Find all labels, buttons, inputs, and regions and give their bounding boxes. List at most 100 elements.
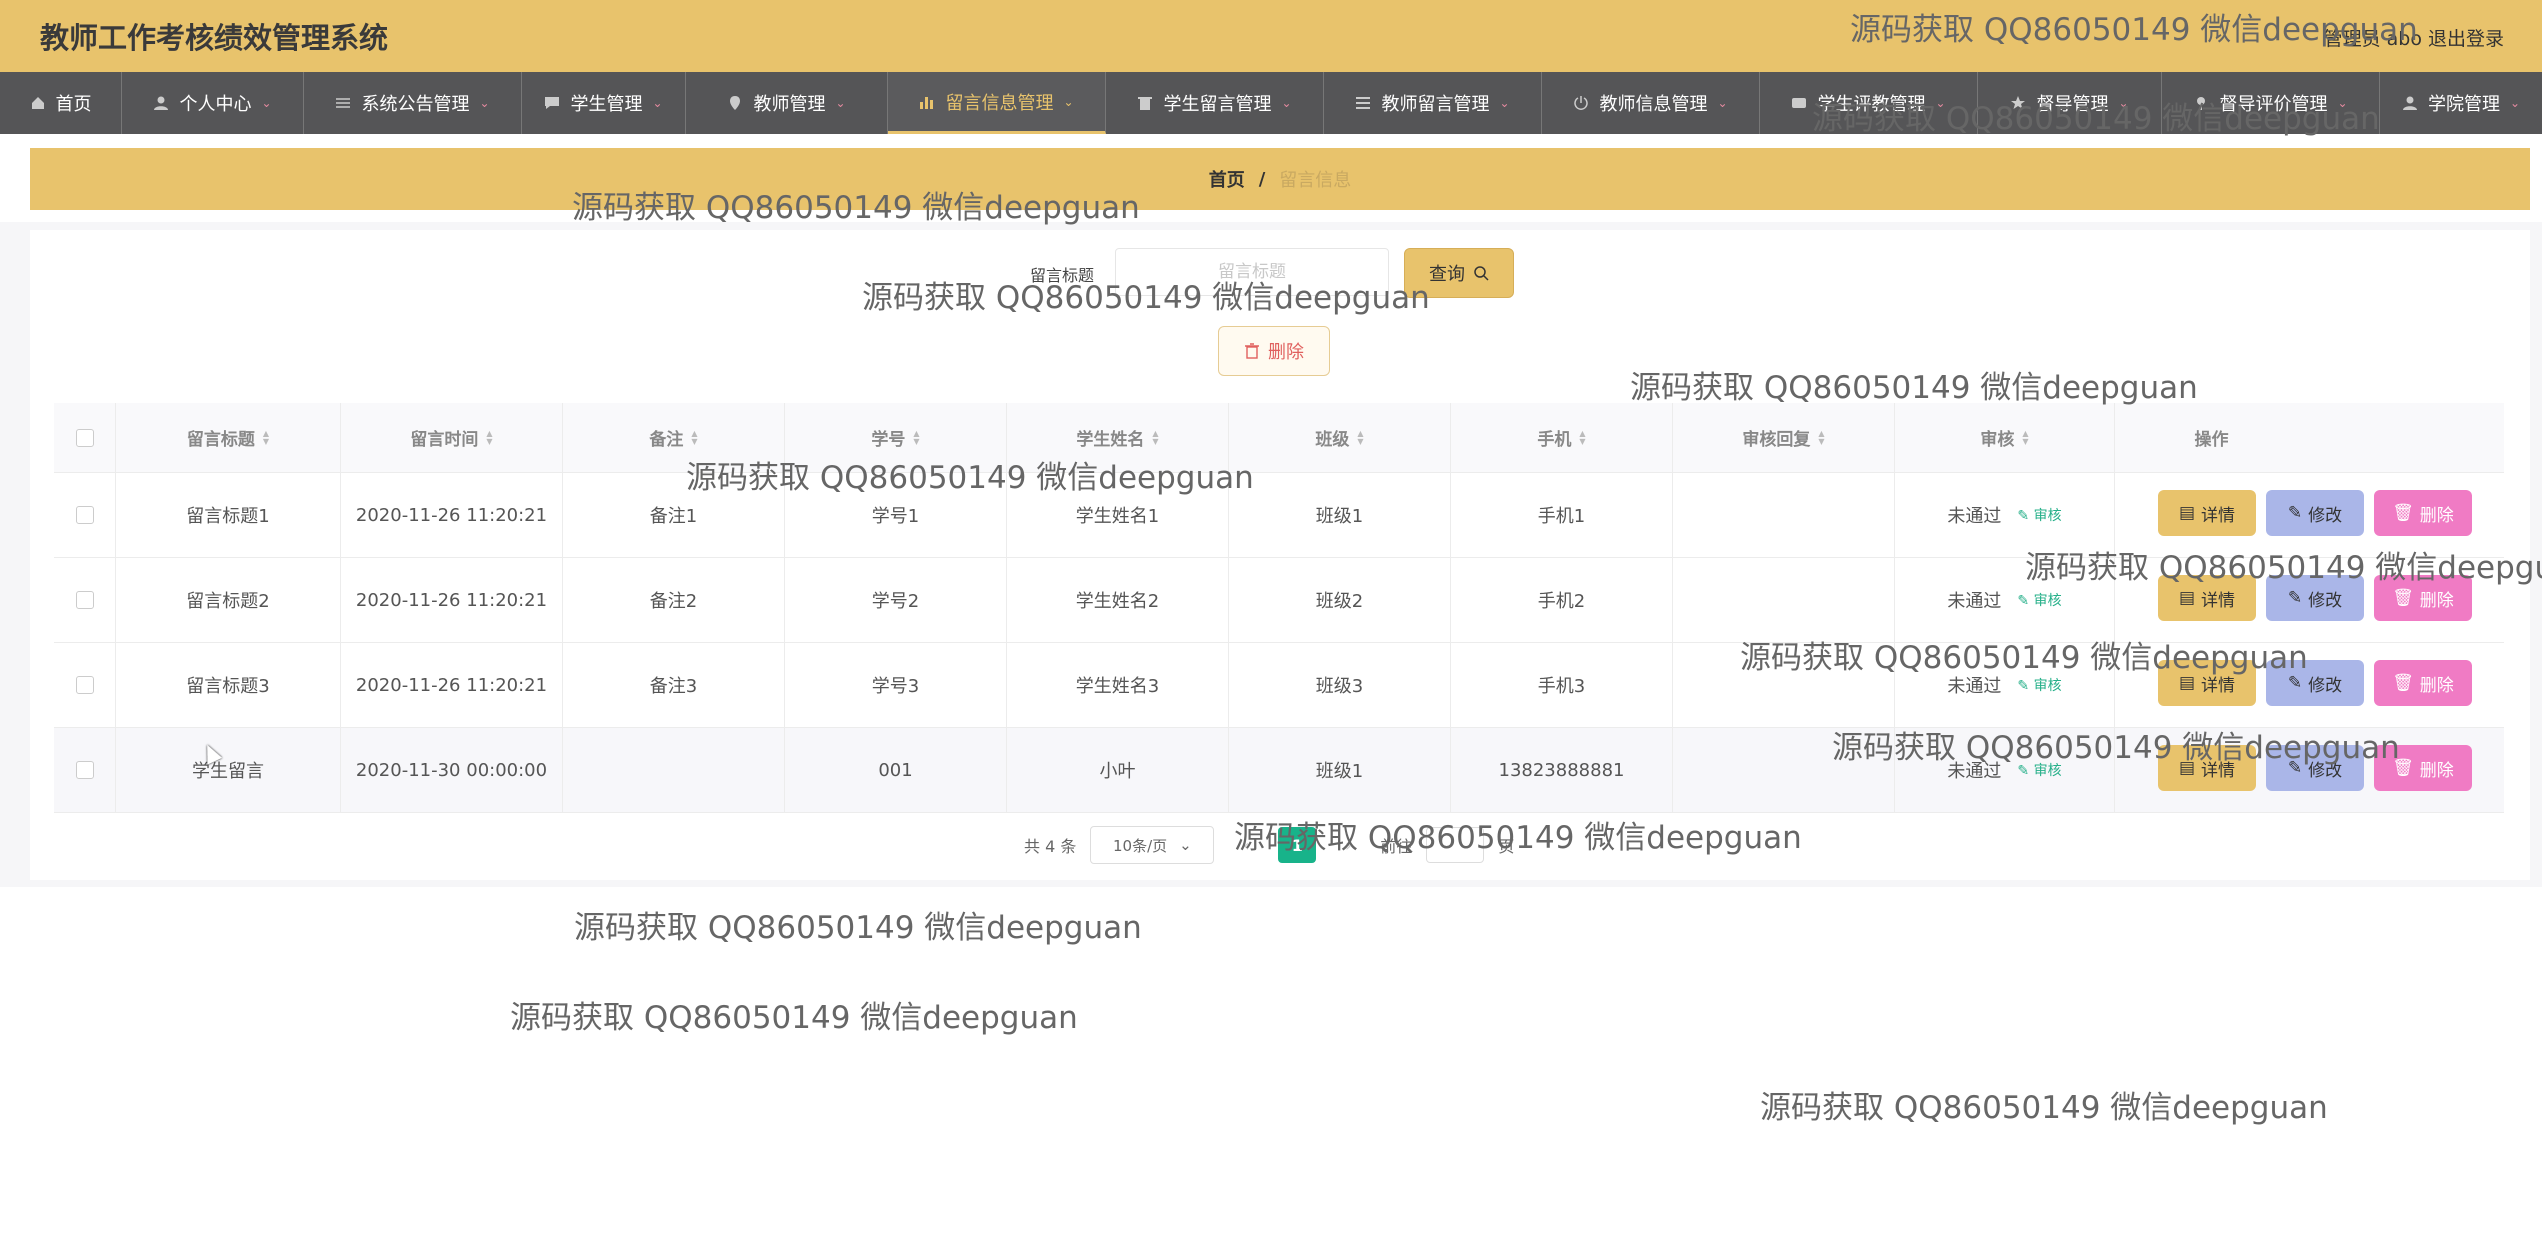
cell-student-no: 学号3: [785, 643, 1007, 727]
header-student-name[interactable]: 学生姓名 ▲ ▼: [1007, 403, 1229, 472]
cell-student-no: 学号2: [785, 558, 1007, 642]
nav-item-student-messages[interactable]: 学生留言管理 ⌄: [1106, 72, 1324, 134]
nav-item-announcement[interactable]: 系统公告管理 ⌄: [304, 72, 522, 134]
header-student-no[interactable]: 学号 ▲ ▼: [785, 403, 1007, 472]
delete-button[interactable]: 🗑 删除: [2374, 575, 2472, 621]
row-select[interactable]: [54, 558, 116, 642]
nav-item-supervisor-eval[interactable]: 督导评价管理 ⌄: [2162, 72, 2380, 134]
edit-icon: ✎: [2287, 503, 2303, 523]
audit-label: 审核: [2033, 508, 2062, 524]
page-size-select[interactable]: 10条/页 ⌄: [1090, 826, 1215, 864]
header-phone[interactable]: 手机 ▲ ▼: [1451, 403, 1673, 472]
nav-item-colleges[interactable]: 学院管理 ⌄: [2380, 72, 2542, 134]
sort-icon[interactable]: ▲ ▼: [1152, 429, 1158, 446]
checkbox[interactable]: [75, 428, 94, 447]
audit-label: 审核: [2033, 593, 2062, 609]
delete-button[interactable]: 🗑 删除: [2374, 490, 2472, 536]
header-reply[interactable]: 审核回复 ▲ ▼: [1673, 403, 1895, 472]
row-select[interactable]: [54, 728, 116, 812]
breadcrumb-current: 留言信息: [1279, 170, 1352, 191]
nav-item-messages[interactable]: 留言信息管理 ⌄: [888, 72, 1106, 134]
detail-button[interactable]: ▤ 详情: [2158, 490, 2256, 536]
row-select[interactable]: [54, 473, 116, 557]
nav-label: 个人中心: [179, 94, 252, 115]
goto-prefix: 前往: [1380, 837, 1413, 856]
edit-icon: ✎: [2287, 758, 2303, 778]
column-label: 学生姓名: [1076, 430, 1145, 450]
nav-item-supervisors[interactable]: 督导管理 ⌄: [1978, 72, 2162, 134]
checkbox[interactable]: [75, 676, 94, 694]
header-time[interactable]: 留言时间 ▲ ▼: [341, 403, 563, 472]
nav-item-personal[interactable]: 个人中心 ⌄: [122, 72, 304, 134]
edit-icon: ✎: [2287, 588, 2303, 608]
nav-item-home[interactable]: 首页: [0, 72, 122, 134]
messages-table: 留言标题 ▲ ▼ 留言时间 ▲ ▼ 备注 ▲ ▼ 学号 ▲ ▼ 学生姓名 ▲ ▼ 班级 ▲ ▼ 手机 ▲ ▼…: [54, 403, 2504, 813]
sort-icon[interactable]: ▲ ▼: [1579, 429, 1585, 446]
logout-link[interactable]: 退出登录: [2428, 24, 2504, 51]
sort-icon[interactable]: ▲ ▼: [1357, 429, 1363, 446]
nav-item-teachers[interactable]: 教师管理 ⌄: [686, 72, 888, 134]
header-actions: 操作: [2115, 403, 2308, 472]
sort-icon[interactable]: ▲ ▼: [1818, 429, 1824, 446]
nav-item-teacher-messages[interactable]: 教师留言管理 ⌄: [1324, 72, 1542, 134]
header-title[interactable]: 留言标题 ▲ ▼: [116, 403, 341, 472]
edit-button[interactable]: ✎ 修改: [2266, 660, 2364, 706]
nav-item-teacher-info[interactable]: 教师信息管理 ⌄: [1542, 72, 1760, 134]
header-select-all[interactable]: [54, 403, 116, 472]
sort-icon[interactable]: ▲ ▼: [2022, 429, 2028, 446]
cell-phone: 手机1: [1451, 473, 1673, 557]
table-row: 学生留言 2020-11-30 00:00:00 001 小叶 班级1 1382…: [54, 728, 2504, 813]
cell-reply: [1673, 643, 1895, 727]
chevron-down-icon: ⌄: [835, 96, 846, 110]
cell-phone: 手机3: [1451, 643, 1673, 727]
cell-student-name: 学生姓名3: [1007, 643, 1229, 727]
header-status[interactable]: 审核 ▲ ▼: [1895, 403, 2115, 472]
checkbox[interactable]: [75, 591, 94, 609]
delete-button[interactable]: 🗑 删除: [2374, 660, 2472, 706]
next-page-button[interactable]: ›: [1330, 827, 1366, 863]
page-number[interactable]: 1: [1278, 827, 1317, 863]
cell-student-name: 小叶: [1007, 728, 1229, 812]
delete-label: 删除: [2419, 675, 2454, 696]
query-button[interactable]: 查询: [1404, 248, 1514, 298]
checkbox[interactable]: [75, 506, 94, 524]
status-text: 未通过: [1947, 761, 2002, 782]
audit-link[interactable]: ✎ 审核: [2017, 505, 2061, 525]
audit-link[interactable]: ✎ 审核: [2017, 760, 2061, 780]
cell-status: 未通过 ✎ 审核: [1895, 558, 2115, 642]
audit-link[interactable]: ✎ 审核: [2017, 590, 2061, 610]
goto-page-input[interactable]: [1426, 827, 1485, 863]
audit-link[interactable]: ✎ 审核: [2017, 675, 2061, 695]
chevron-down-icon: ⌄: [2118, 96, 2129, 110]
edit-button[interactable]: ✎ 修改: [2266, 745, 2364, 791]
row-actions: ▤ 详情 ✎ 修改 🗑 删除: [2158, 490, 2472, 536]
row-select[interactable]: [54, 643, 116, 727]
cell-reply: [1673, 558, 1895, 642]
document-icon: ▤: [2178, 673, 2196, 693]
edit-button[interactable]: ✎ 修改: [2266, 575, 2364, 621]
prev-page-button[interactable]: ‹: [1228, 827, 1264, 863]
sort-icon[interactable]: ▲ ▼: [263, 429, 269, 446]
sort-icon[interactable]: ▲ ▼: [691, 429, 697, 446]
cell-time: 2020-11-26 11:20:21: [341, 643, 563, 727]
detail-button[interactable]: ▤ 详情: [2158, 660, 2256, 706]
breadcrumb-home[interactable]: 首页: [1209, 166, 1245, 192]
header-remark[interactable]: 备注 ▲ ▼: [563, 403, 785, 472]
power-icon: [1574, 96, 1589, 110]
nav-item-student-eval[interactable]: 学生评教管理 ⌄: [1760, 72, 1978, 134]
checkbox[interactable]: [75, 761, 94, 779]
edit-button[interactable]: ✎ 修改: [2266, 490, 2364, 536]
chevron-down-icon: ⌄: [479, 96, 490, 110]
audit-label: 审核: [2033, 678, 2062, 694]
search-input[interactable]: [1115, 248, 1389, 296]
nav-item-students[interactable]: 学生管理 ⌄: [522, 72, 686, 134]
bar-chart-icon: [920, 96, 934, 109]
bulk-delete-button[interactable]: 删除: [1218, 326, 1330, 376]
delete-button[interactable]: 🗑 删除: [2374, 745, 2472, 791]
detail-button[interactable]: ▤ 详情: [2158, 575, 2256, 621]
sort-icon[interactable]: ▲ ▼: [486, 429, 492, 446]
detail-button[interactable]: ▤ 详情: [2158, 745, 2256, 791]
nav-label: 学生评教管理: [1817, 94, 1926, 115]
sort-icon[interactable]: ▲ ▼: [913, 429, 919, 446]
header-class[interactable]: 班级 ▲ ▼: [1229, 403, 1451, 472]
